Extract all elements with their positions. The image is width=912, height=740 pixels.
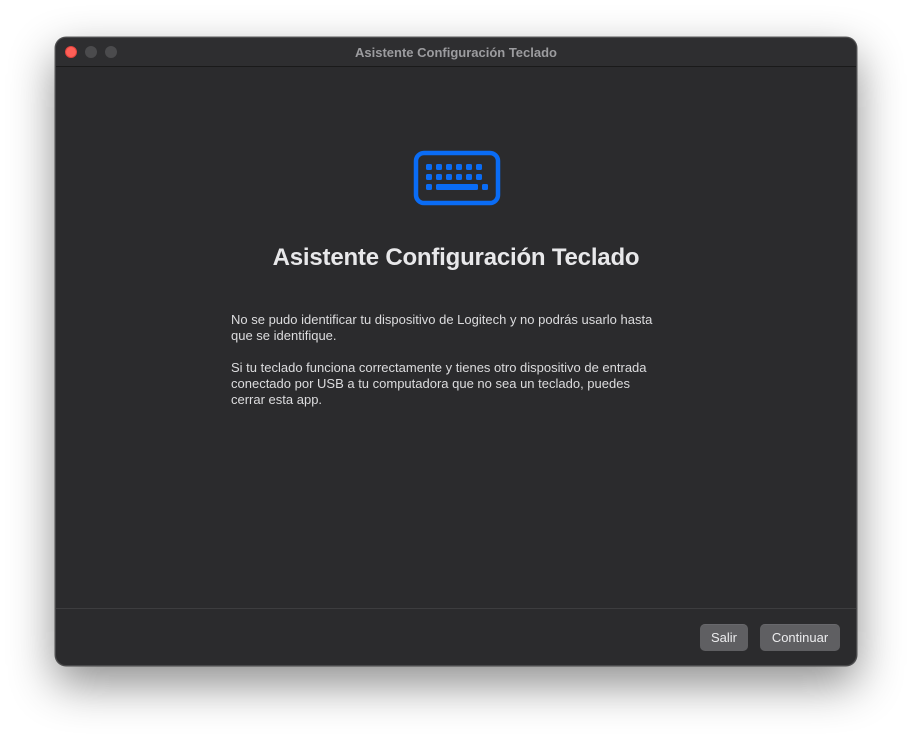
paragraph-2-line-1: Si tu teclado funciona correctamente y t…	[231, 360, 647, 375]
paragraph-2-line-3: cerrar esta app.	[231, 392, 323, 407]
quit-button[interactable]: Salir	[700, 624, 748, 651]
paragraph-2-line-2: conectado por USB a tu computadora que n…	[231, 376, 630, 391]
paragraph-1-line-2: que se identifique.	[231, 328, 337, 343]
footer-divider	[56, 608, 856, 609]
description-paragraph-2: Si tu teclado funciona correctamente y t…	[231, 360, 711, 408]
description-paragraph-1: No se pudo identificar tu dispositivo de…	[231, 312, 711, 344]
paragraph-1-line-1: No se pudo identificar tu dispositivo de…	[231, 312, 653, 327]
setup-assistant-window: Asistente Configuración Teclado Asistent…	[55, 37, 857, 666]
title-bar[interactable]: Asistente Configuración Teclado	[56, 38, 856, 67]
page-title: Asistente Configuración Teclado	[272, 244, 640, 271]
window-title: Asistente Configuración Teclado	[354, 45, 557, 60]
continue-button[interactable]: Continuar	[760, 624, 840, 651]
description-text: No se pudo identificar tu dispositivo de…	[231, 312, 711, 424]
keyboard-icon	[413, 150, 501, 206]
